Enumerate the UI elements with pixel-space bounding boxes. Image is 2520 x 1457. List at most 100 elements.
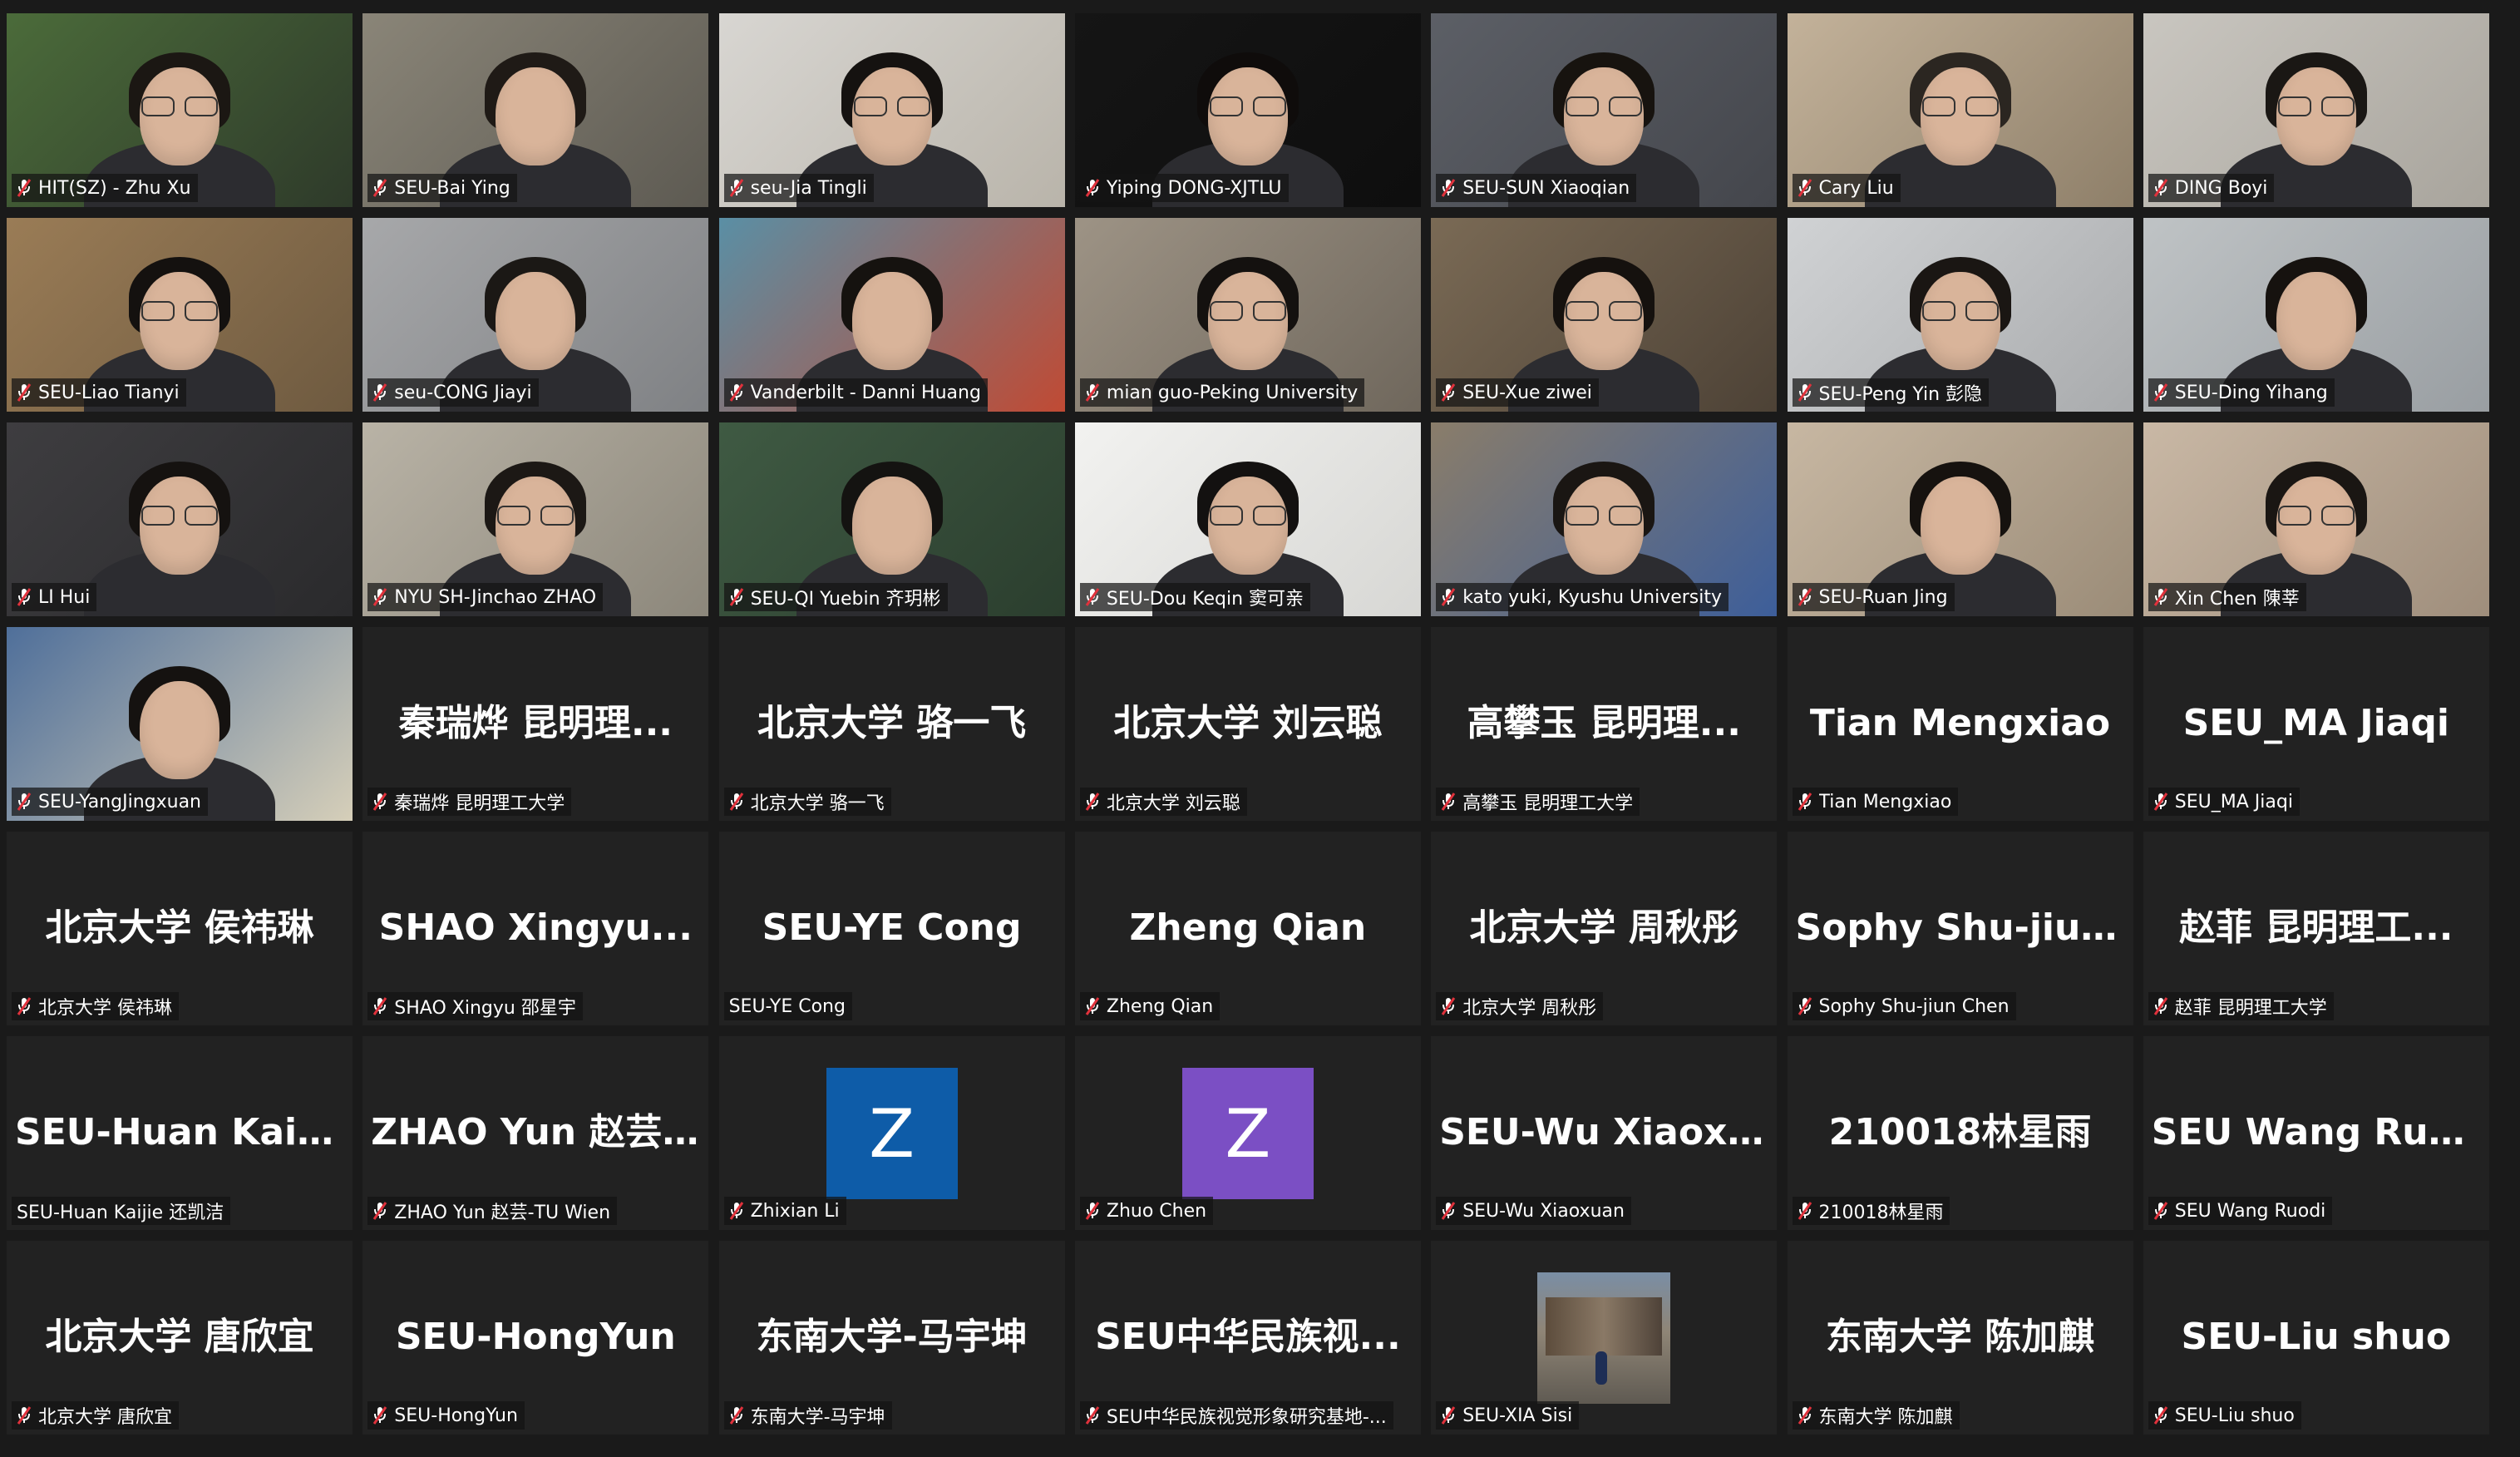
participant-name-label: SEU中华民族视觉形象研究基地-... xyxy=(1079,1401,1393,1430)
participant-name-label: 北京大学 唐欣宜 xyxy=(12,1401,179,1430)
participant-tile[interactable]: SEU-YangJingxuan xyxy=(7,627,353,821)
participant-name: 北京大学 骆一飞 xyxy=(750,793,885,814)
glasses xyxy=(1566,506,1643,526)
muted-mic-icon xyxy=(1085,1405,1100,1425)
participant-name: SEU-YangJingxuan xyxy=(38,791,201,812)
muted-mic-icon xyxy=(1085,792,1100,812)
participant-name-label: SEU-Liu shuo xyxy=(2148,1401,2301,1430)
participant-tile[interactable]: SEU-SUN Xiaoqian xyxy=(1431,13,1778,207)
glasses xyxy=(2277,506,2355,526)
participant-tile[interactable]: 北京大学 唐欣宜 北京大学 唐欣宜 xyxy=(7,1241,353,1435)
participant-tile[interactable]: 东南大学 陈加麒 东南大学 陈加麒 xyxy=(1787,1241,2133,1435)
participant-tile[interactable]: Zheng Qian Zheng Qian xyxy=(1074,832,1421,1025)
participant-tile[interactable]: SEU中华民族视... SEU中华民族视觉形象研究基地-... xyxy=(1074,1241,1421,1435)
muted-mic-icon xyxy=(2153,383,2168,403)
person-face xyxy=(496,67,576,166)
muted-mic-icon xyxy=(2153,792,2168,812)
glasses xyxy=(141,301,218,322)
participant-name: Yiping DONG-XJTLU xyxy=(1106,177,1282,199)
participant-display-name: 北京大学 刘云聪 xyxy=(1113,702,1383,744)
participant-tile[interactable]: SEU Wang Ruodi SEU Wang Ruodi xyxy=(2143,1036,2489,1230)
glasses xyxy=(1209,301,1286,322)
participant-tile[interactable]: SEU-XIA Sisi xyxy=(1431,1241,1778,1435)
participant-tile[interactable]: HIT(SZ) - Zhu Xu xyxy=(7,13,353,207)
participant-name-label: 北京大学 刘云聪 xyxy=(1079,788,1247,816)
participant-tile[interactable]: SEU-Wu Xiaoxuan SEU-Wu Xiaoxuan xyxy=(1431,1036,1778,1230)
participant-tile[interactable]: SEU-Ruan Jing xyxy=(1787,422,2133,616)
muted-mic-icon xyxy=(1798,1201,1812,1221)
muted-mic-icon xyxy=(1085,996,1100,1016)
participant-tile[interactable]: Yiping DONG-XJTLU xyxy=(1074,13,1421,207)
participant-tile[interactable]: SEU_MA Jiaqi SEU_MA Jiaqi xyxy=(2143,627,2489,821)
person-face xyxy=(851,272,932,371)
muted-mic-icon xyxy=(2153,1201,2168,1221)
participant-tile[interactable]: 秦瑞烨 昆明理... 秦瑞烨 昆明理工大学 xyxy=(362,627,709,821)
participant-display-name: 赵菲 昆明理工... xyxy=(2179,906,2453,949)
participant-tile[interactable]: Xin Chen 陳莘 xyxy=(2143,422,2489,616)
participant-tile[interactable]: 高攀玉 昆明理... 高攀玉 昆明理工大学 xyxy=(1431,627,1778,821)
participant-name: SEU-SUN Xiaoqian xyxy=(1462,177,1630,199)
glasses xyxy=(141,96,218,117)
muted-mic-icon xyxy=(1085,383,1100,403)
participant-tile[interactable]: 东南大学-马宇坤 东南大学-马宇坤 xyxy=(718,1241,1065,1435)
muted-mic-icon xyxy=(729,383,744,403)
muted-mic-icon xyxy=(17,178,32,198)
participant-name: SEU-YE Cong xyxy=(728,995,846,1017)
participant-tile[interactable]: SEU-YE Cong SEU-YE Cong xyxy=(718,832,1065,1025)
participant-name: SEU-Wu Xiaoxuan xyxy=(1462,1200,1625,1222)
participant-name-label: Sophy Shu-jiun Chen xyxy=(1792,992,2016,1020)
participant-name-label: SHAO Xingyu 邵星宇 xyxy=(367,992,583,1020)
person-face xyxy=(851,477,932,575)
participant-tile[interactable]: seu-Jia Tingli xyxy=(718,13,1065,207)
participant-tile[interactable]: ZHAO Yun 赵芸-... ZHAO Yun 赵芸-TU Wien xyxy=(362,1036,709,1230)
participant-tile[interactable]: Tian Mengxiao Tian Mengxiao xyxy=(1787,627,2133,821)
participant-name: SEU-Ding Yihang xyxy=(2174,382,2328,403)
participant-tile[interactable]: mian guo-Peking University xyxy=(1074,218,1421,412)
participant-tile[interactable]: kato yuki, Kyushu University xyxy=(1431,422,1778,616)
participant-name-label: SEU-Ruan Jing xyxy=(1792,583,1955,611)
participant-tile[interactable]: Z Zhixian Li xyxy=(718,1036,1065,1230)
person-face xyxy=(1207,477,1288,575)
participant-tile[interactable]: Cary Liu xyxy=(1787,13,2133,207)
participant-tile[interactable]: SEU-Liu shuo SEU-Liu shuo xyxy=(2143,1241,2489,1435)
participant-name-label: 赵菲 昆明理工大学 xyxy=(2148,992,2334,1020)
participant-tile[interactable]: SEU-Ding Yihang xyxy=(2143,218,2489,412)
participant-tile[interactable]: seu-CONG Jiayi xyxy=(362,218,709,412)
participant-name: SEU-Xue ziwei xyxy=(1462,382,1592,403)
participant-tile[interactable]: Sophy Shu-jiun... Sophy Shu-jiun Chen xyxy=(1787,832,2133,1025)
participant-tile[interactable]: 北京大学 周秋彤 北京大学 周秋彤 xyxy=(1431,832,1778,1025)
person-face xyxy=(2276,477,2356,575)
muted-mic-icon xyxy=(17,996,32,1016)
participant-tile[interactable]: 赵菲 昆明理工... 赵菲 昆明理工大学 xyxy=(2143,832,2489,1025)
muted-mic-icon xyxy=(17,792,32,812)
participant-tile[interactable]: SEU-Xue ziwei xyxy=(1431,218,1778,412)
participant-tile[interactable]: 北京大学 刘云聪 北京大学 刘云聪 xyxy=(1074,627,1421,821)
participant-name-label: 东南大学-马宇坤 xyxy=(723,1401,892,1430)
participant-tile[interactable]: SEU-Liao Tianyi xyxy=(7,218,353,412)
participant-name: 赵菲 昆明理工大学 xyxy=(2174,998,2327,1019)
participant-name-label: Tian Mengxiao xyxy=(1792,788,1959,816)
participant-tile[interactable]: LI Hui xyxy=(7,422,353,616)
participant-tile[interactable]: SEU-QI Yuebin 齐玥彬 xyxy=(718,422,1065,616)
glasses xyxy=(1209,506,1286,526)
participant-tile[interactable]: SEU-HongYun SEU-HongYun xyxy=(362,1241,709,1435)
glasses xyxy=(2277,96,2355,117)
participant-display-name: 北京大学 唐欣宜 xyxy=(45,1316,314,1358)
participant-name: HIT(SZ) - Zhu Xu xyxy=(38,177,191,199)
participant-name: 高攀玉 昆明理工大学 xyxy=(1462,793,1634,814)
participant-tile[interactable]: SEU-Peng Yin 彭隐 xyxy=(1787,218,2133,412)
participant-tile[interactable]: Vanderbilt - Danni Huang xyxy=(718,218,1065,412)
participant-tile[interactable]: SEU-Bai Ying xyxy=(362,13,709,207)
person-face xyxy=(2276,272,2356,371)
muted-mic-icon xyxy=(1798,178,1812,198)
participant-tile[interactable]: SEU-Dou Keqin 窦可亲 xyxy=(1074,422,1421,616)
participant-tile[interactable]: 北京大学 侯祎琳 北京大学 侯祎琳 xyxy=(7,832,353,1025)
participant-display-name: SEU Wang Ruodi xyxy=(2151,1111,2481,1153)
participant-tile[interactable]: NYU SH-Jinchao ZHAO xyxy=(362,422,709,616)
participant-tile[interactable]: SEU-Huan Kaijie... SEU-Huan Kaijie 还凯洁 xyxy=(7,1036,353,1230)
participant-tile[interactable]: 210018林星雨 210018林星雨 xyxy=(1787,1036,2133,1230)
participant-tile[interactable]: 北京大学 骆一飞 北京大学 骆一飞 xyxy=(718,627,1065,821)
participant-tile[interactable]: DING Boyi xyxy=(2143,13,2489,207)
participant-tile[interactable]: SHAO Xingyu... SHAO Xingyu 邵星宇 xyxy=(362,832,709,1025)
participant-tile[interactable]: Z Zhuo Chen xyxy=(1074,1036,1421,1230)
